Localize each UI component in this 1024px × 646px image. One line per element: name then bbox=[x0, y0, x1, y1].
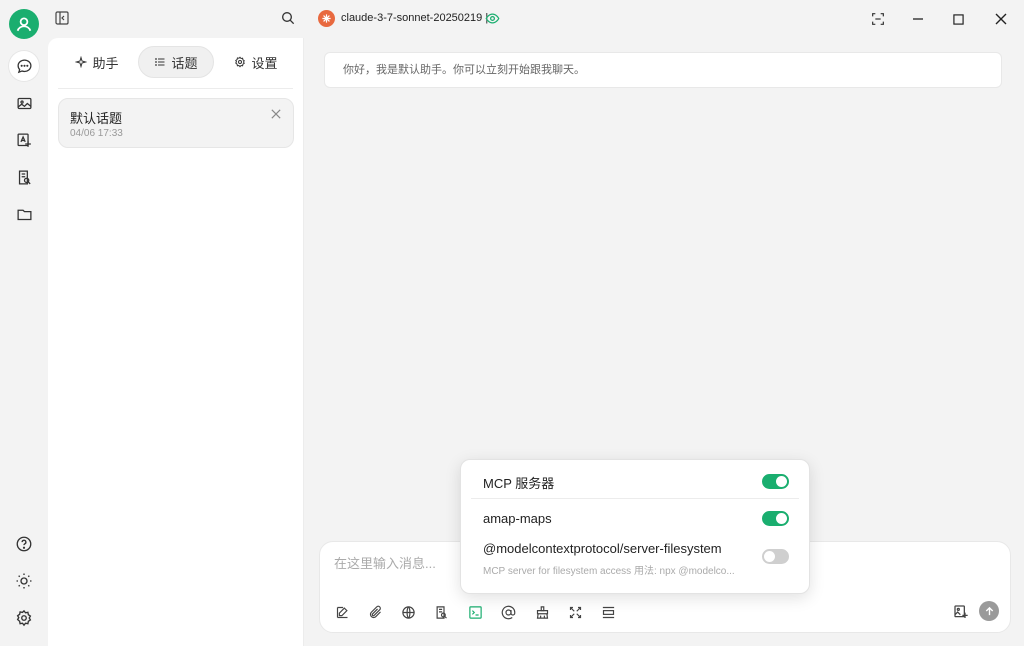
maximize-icon bbox=[952, 13, 964, 25]
topic-time: 04/06 17:33 bbox=[70, 128, 123, 139]
user-icon bbox=[16, 17, 32, 32]
expand-button[interactable] bbox=[564, 601, 586, 623]
eye-icon bbox=[485, 13, 500, 24]
knowledge-icon bbox=[18, 169, 31, 185]
model-selector[interactable]: claude-3-7-sonnet-20250219 | bbox=[341, 12, 488, 24]
topic-sidebar: 助手 话题 设置 默认话题 04/06 17:33 bbox=[48, 38, 303, 646]
expand-icon bbox=[569, 606, 581, 618]
mcp-terminal-icon bbox=[468, 605, 482, 619]
sparkle-icon bbox=[75, 56, 88, 68]
mcp-server-description: MCP server for filesystem access 用法: npx… bbox=[483, 566, 735, 577]
image-add-icon bbox=[954, 605, 968, 618]
mcp-header-title: MCP 服务器 bbox=[483, 476, 555, 491]
collapse-icon bbox=[602, 606, 614, 618]
tab-topics-label: 话题 bbox=[171, 55, 198, 71]
top-bar: claude-3-7-sonnet-20250219 | bbox=[48, 0, 1024, 38]
clear-icon bbox=[536, 605, 548, 619]
claude-logo-icon bbox=[322, 14, 331, 23]
sidebar-toggle-icon bbox=[55, 11, 69, 25]
send-button[interactable] bbox=[979, 601, 999, 621]
message-input[interactable]: 在这里输入消息... bbox=[334, 553, 436, 572]
knowledge-search-button[interactable] bbox=[430, 601, 452, 623]
search-icon bbox=[282, 12, 295, 25]
mcp-server-item[interactable]: @modelcontextprotocol/server-filesystem … bbox=[483, 541, 793, 577]
screen-capture-button[interactable] bbox=[867, 8, 889, 30]
toggle-knob bbox=[776, 476, 787, 487]
welcome-message: 你好，我是默认助手。你可以立刻开始跟我聊天。 bbox=[324, 52, 1002, 88]
sidebar-tabs: 助手 话题 设置 bbox=[58, 46, 294, 78]
vision-badge bbox=[485, 11, 500, 26]
web-search-button[interactable] bbox=[397, 601, 419, 623]
toggle-knob bbox=[776, 513, 787, 524]
left-rail bbox=[0, 0, 48, 646]
topic-item[interactable]: 默认话题 04/06 17:33 bbox=[58, 98, 294, 148]
rail-knowledge-button[interactable] bbox=[9, 162, 39, 192]
attach-icon bbox=[369, 605, 381, 618]
mcp-server-popover: MCP 服务器 amap-maps @modelcontextprotocol/… bbox=[460, 459, 810, 594]
rail-image-button[interactable] bbox=[9, 88, 39, 118]
mcp-header-row: MCP 服务器 bbox=[483, 473, 793, 492]
topic-delete-button[interactable] bbox=[271, 109, 281, 119]
gear-icon bbox=[235, 56, 246, 68]
arrow-up-icon bbox=[985, 606, 993, 615]
toggle-knob bbox=[764, 551, 775, 562]
minimize-icon bbox=[913, 18, 923, 20]
knowledge-search-icon bbox=[436, 605, 447, 619]
image-generate-button[interactable] bbox=[950, 601, 972, 623]
attach-button[interactable] bbox=[364, 601, 386, 623]
rail-theme-button[interactable] bbox=[9, 566, 39, 596]
mention-icon bbox=[501, 605, 515, 619]
close-icon bbox=[271, 109, 281, 119]
new-topic-button[interactable] bbox=[331, 601, 353, 623]
settings-icon bbox=[16, 609, 32, 627]
list-icon bbox=[155, 58, 165, 66]
translate-icon bbox=[16, 132, 31, 147]
search-button[interactable] bbox=[280, 10, 296, 26]
help-icon bbox=[16, 536, 32, 552]
sidebar-toggle-button[interactable] bbox=[54, 10, 70, 26]
tab-settings-label: 设置 bbox=[251, 55, 278, 71]
web-search-icon bbox=[401, 605, 415, 619]
mcp-master-toggle[interactable] bbox=[762, 474, 789, 489]
collapse-button[interactable] bbox=[597, 601, 619, 623]
maximize-button[interactable] bbox=[947, 8, 969, 30]
rail-help-button[interactable] bbox=[9, 529, 39, 559]
rail-settings-button[interactable] bbox=[9, 603, 39, 633]
mcp-server-name: @modelcontextprotocol/server-filesystem bbox=[483, 541, 722, 556]
chat-icon bbox=[16, 58, 32, 73]
new-topic-icon bbox=[336, 606, 348, 618]
avatar[interactable] bbox=[9, 9, 39, 39]
mcp-server-toggle[interactable] bbox=[762, 549, 789, 564]
mention-button[interactable] bbox=[497, 601, 519, 623]
tab-topics[interactable]: 话题 bbox=[138, 46, 214, 78]
image-icon bbox=[16, 97, 32, 109]
clear-button[interactable] bbox=[531, 601, 553, 623]
tab-divider bbox=[58, 88, 293, 89]
minimize-button[interactable] bbox=[907, 8, 929, 30]
folder-icon bbox=[16, 209, 32, 220]
theme-icon bbox=[16, 573, 32, 589]
screen-capture-icon bbox=[872, 13, 884, 25]
model-logo bbox=[318, 10, 335, 27]
rail-folder-button[interactable] bbox=[9, 199, 39, 229]
popover-divider bbox=[471, 498, 799, 499]
tab-settings[interactable]: 设置 bbox=[220, 46, 292, 78]
rail-chat-button[interactable] bbox=[9, 51, 39, 81]
mcp-server-item[interactable]: amap-maps bbox=[483, 511, 793, 526]
tab-assistant[interactable]: 助手 bbox=[62, 46, 132, 78]
mcp-server-toggle[interactable] bbox=[762, 511, 789, 526]
topic-title: 默认话题 bbox=[70, 111, 123, 126]
close-window-button[interactable] bbox=[990, 8, 1012, 30]
rail-translate-button[interactable] bbox=[9, 125, 39, 155]
close-icon bbox=[995, 13, 1007, 25]
mcp-tools-button[interactable] bbox=[464, 601, 486, 623]
tab-assistant-label: 助手 bbox=[92, 55, 119, 71]
mcp-server-name: amap-maps bbox=[483, 511, 552, 526]
